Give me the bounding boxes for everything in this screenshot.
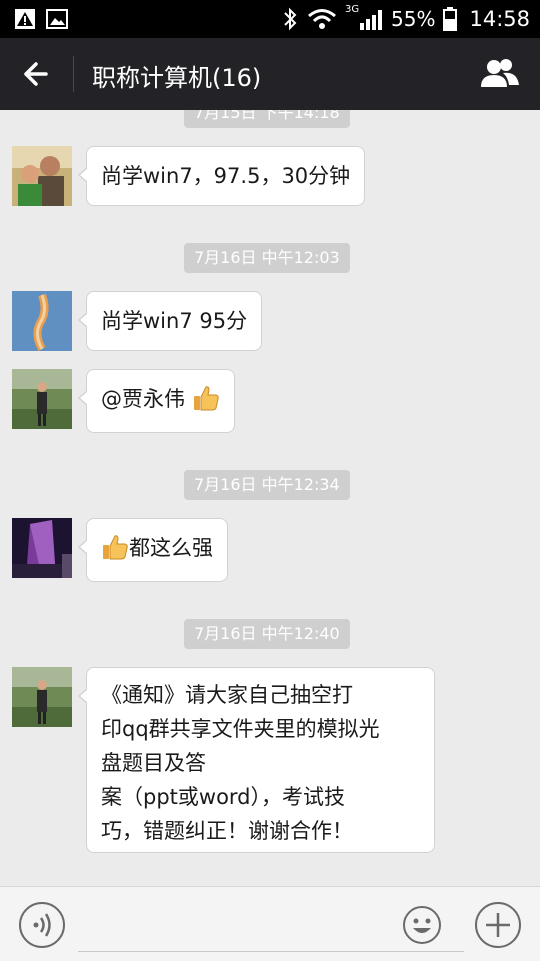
thumbs-up-emoji-icon — [193, 386, 219, 411]
message-bubble[interactable]: @贾永伟 — [78, 369, 235, 433]
message-line: 《通知》请大家自己抽空打 — [101, 683, 353, 707]
message-bubble[interactable]: 尚学win7，97.5，30分钟 — [77, 146, 366, 206]
message-text: 尚学win7 95分 — [101, 309, 248, 333]
header-divider — [73, 56, 74, 92]
message-line: 盘题目及答 — [101, 751, 206, 775]
timestamp: 7月15日 下午14:18 — [184, 110, 350, 128]
group-members-icon[interactable] — [478, 54, 522, 94]
message-text: @贾永伟 — [101, 387, 192, 411]
avatar[interactable] — [12, 667, 72, 727]
message-bubble[interactable]: 尚学win7 95分 — [77, 291, 263, 351]
emoji-icon[interactable] — [402, 905, 442, 945]
wifi-icon — [308, 9, 336, 29]
avatar[interactable] — [12, 369, 72, 429]
timestamp: 7月16日 中午12:03 — [184, 243, 350, 273]
battery-percent: 55% — [391, 7, 436, 31]
message-list[interactable]: 7月15日 下午14:18 尚学win7，97.5，30分钟 7月16日 中午1… — [0, 110, 540, 886]
thumbs-up-emoji-icon — [103, 535, 128, 560]
status-bar: 3G 55% 14:58 — [0, 0, 540, 38]
message-text: 都这么强 — [129, 536, 213, 560]
message-line: 案（ppt或word），考试技 — [101, 785, 346, 809]
signal-strength-icon: 3G — [345, 4, 383, 32]
message-bubble[interactable]: 都这么强 — [78, 518, 228, 582]
battery-icon — [443, 7, 458, 31]
warning-notification-icon — [15, 9, 35, 29]
avatar[interactable] — [12, 291, 72, 351]
back-arrow-icon[interactable] — [16, 56, 56, 92]
message-text: 尚学win7，97.5，30分钟 — [101, 164, 351, 188]
voice-input-icon[interactable] — [18, 901, 66, 949]
message-line: 印qq群共享文件夹里的模拟光 — [101, 717, 380, 741]
timestamp: 7月16日 中午12:34 — [184, 470, 350, 500]
chat-title: 职称计算机(16) — [92, 64, 262, 92]
network-type-label: 3G — [345, 4, 360, 15]
clock: 14:58 — [469, 7, 530, 31]
plus-icon[interactable] — [474, 901, 522, 949]
image-notification-icon — [46, 9, 68, 29]
input-bar — [0, 886, 540, 961]
message-bubble[interactable]: 《通知》请大家自己抽空打 印qq群共享文件夹里的模拟光 盘题目及答 案（ppt或… — [78, 667, 435, 853]
timestamp: 7月16日 中午12:40 — [184, 619, 350, 649]
message-line: 巧，错题纠正！谢谢合作！ — [101, 819, 353, 843]
chat-header: 职称计算机(16) — [0, 38, 540, 110]
bluetooth-icon — [284, 7, 297, 31]
avatar[interactable] — [12, 518, 72, 578]
avatar[interactable] — [12, 146, 72, 206]
